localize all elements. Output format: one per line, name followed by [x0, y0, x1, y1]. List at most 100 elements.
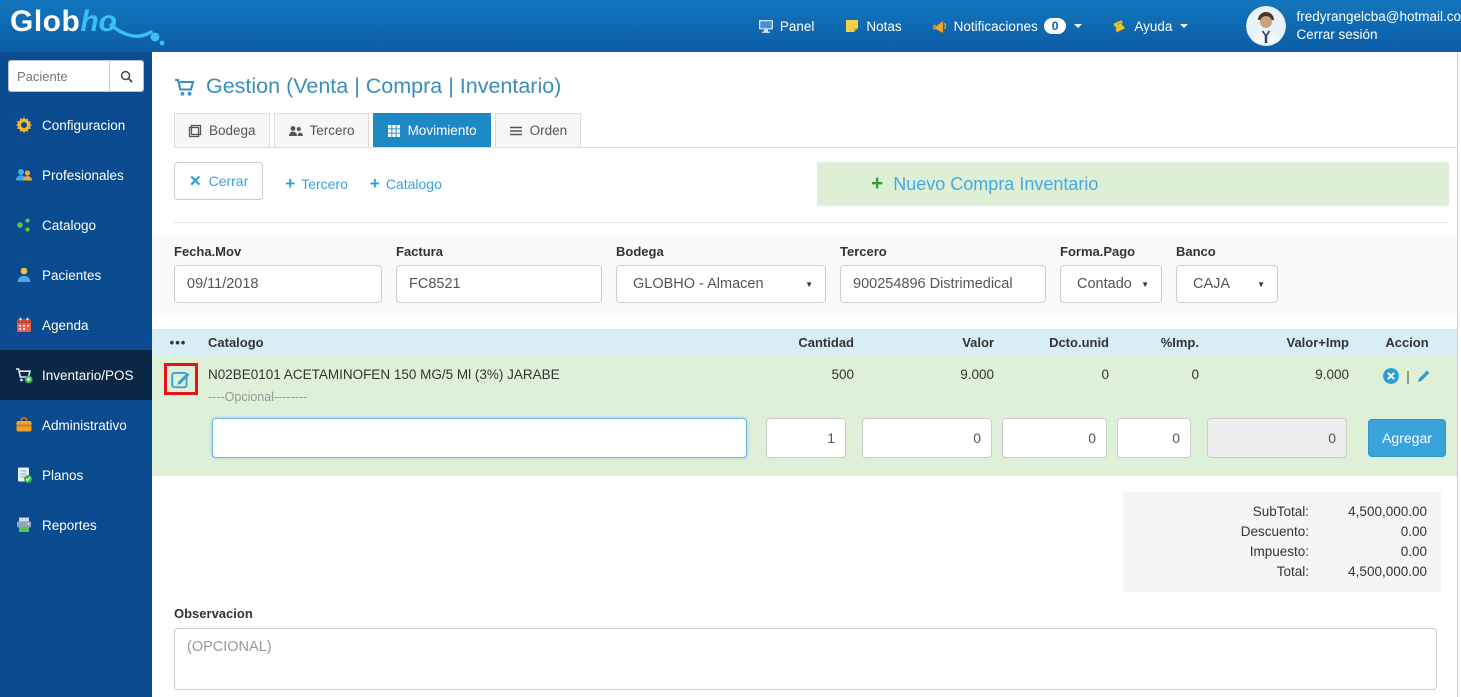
banner-label: Nuevo Compra Inventario	[893, 173, 1099, 194]
new-catalogo-input[interactable]	[212, 418, 747, 458]
sidebar-item-profesionales[interactable]: Profesionales	[0, 150, 152, 200]
sidebar-item-label: Configuracion	[42, 117, 126, 133]
fecha-mov-label: Fecha.Mov	[174, 244, 242, 259]
sidebar-item-label: Profesionales	[42, 167, 124, 183]
header-imp: %Imp.	[1160, 335, 1199, 350]
cerrar-button[interactable]: ✕ Cerrar	[174, 162, 264, 200]
row-cantidad: 500	[831, 367, 854, 382]
add-tercero-button[interactable]: + Tercero	[285, 162, 348, 206]
edit-row-highlight	[164, 363, 198, 395]
banco-select[interactable]: CAJA ▼	[1176, 265, 1278, 303]
warehouse-icon	[188, 124, 202, 137]
observacion-textarea[interactable]	[174, 628, 1437, 690]
factura-label: Factura	[396, 244, 443, 259]
sidebar-item-agenda[interactable]: Agenda	[0, 300, 152, 350]
chevron-down-icon	[1180, 24, 1189, 28]
logout-link[interactable]: Cerrar sesión	[1296, 26, 1461, 44]
sidebar-item-label: Reportes	[42, 517, 97, 533]
tercero-input[interactable]	[840, 265, 1046, 303]
patient-search-input[interactable]	[9, 61, 109, 91]
sidebar-item-planos[interactable]: Planos	[0, 450, 152, 500]
sidebar-item-label: Administrativo	[42, 417, 127, 433]
row-valor: 9.000	[960, 367, 994, 382]
movement-form: Fecha.Mov Factura Bodega GLOBHO - Almace…	[152, 235, 1457, 315]
header-cantidad: Cantidad	[798, 335, 854, 350]
navbar-menu: Panel Notas Notificaciones 0 Ayuda fredy…	[758, 6, 1461, 46]
sidebar-item-pacientes[interactable]: Pacientes	[0, 250, 152, 300]
forma-pago-select[interactable]: Contado ▼	[1060, 265, 1162, 303]
new-dcto-input[interactable]	[1002, 418, 1107, 458]
tab-label: Bodega	[209, 123, 256, 138]
add-catalogo-button[interactable]: + Catalogo	[370, 162, 442, 206]
nav-panel[interactable]: Panel	[758, 18, 814, 34]
tab-bodega[interactable]: Bodega	[174, 113, 270, 147]
sidebar-item-reportes[interactable]: Reportes	[0, 500, 152, 550]
nav-notificaciones[interactable]: Notificaciones 0	[932, 18, 1083, 34]
fecha-mov-input[interactable]	[174, 265, 382, 303]
tab-label: Movimiento	[407, 123, 477, 138]
notifications-icon	[932, 21, 946, 33]
nav-notas-label: Notas	[866, 18, 902, 34]
users-icon	[288, 125, 303, 136]
sidebar-item-administrativo[interactable]: Administrativo	[0, 400, 152, 450]
nav-ayuda-label: Ayuda	[1134, 18, 1173, 34]
nav-notificaciones-label: Notificaciones	[953, 18, 1038, 34]
sidebar-item-inventario-pos[interactable]: Inventario/POS	[0, 350, 152, 400]
more-options-icon[interactable]: •••	[170, 335, 187, 350]
app-logo[interactable]: Glob ho	[10, 5, 240, 47]
select-arrow-icon: ▼	[1257, 279, 1265, 289]
totals-summary: SubTotal: 4,500,000.00 Descuento: 0.00 Imp…	[1123, 492, 1441, 592]
sidebar-item-label: Planos	[42, 467, 84, 483]
bodega-value: GLOBHO - Almacen	[633, 276, 764, 292]
sidebar-item-label: Pacientes	[42, 267, 102, 283]
edit-row-icon[interactable]	[1416, 368, 1432, 384]
new-valor-imp-input[interactable]	[1207, 418, 1347, 458]
tercero-label: Tercero	[301, 176, 348, 192]
row-opcional-text: ----Opcional--------	[208, 390, 308, 404]
subtotal-label: SubTotal:	[1252, 504, 1309, 519]
forma-pago-label: Forma.Pago	[1060, 244, 1136, 259]
nuevo-compra-inventario-banner[interactable]: + Nuevo Compra Inventario	[817, 162, 1449, 206]
note-icon	[846, 20, 859, 32]
banco-value: CAJA	[1193, 276, 1231, 292]
edit-icon[interactable]	[170, 368, 192, 390]
avatar-photo-icon	[1246, 6, 1287, 46]
user-block: fredyrangelcba@hotmail.co Cerrar sesión	[1246, 6, 1461, 46]
notifications-badge: 0	[1043, 18, 1067, 34]
printer-icon	[17, 517, 31, 532]
tab-label: Orden	[529, 123, 568, 138]
new-cantidad-input[interactable]	[766, 418, 846, 458]
sidebar-item-label: Catalogo	[42, 217, 97, 233]
user-avatar[interactable]	[1246, 6, 1287, 46]
factura-input[interactable]	[396, 265, 602, 303]
new-valor-input[interactable]	[862, 418, 992, 458]
grid-icon	[387, 124, 400, 137]
sidebar-item-label: Agenda	[42, 317, 89, 333]
nav-notas[interactable]: Notas	[844, 18, 902, 34]
sidebar-item-catalogo[interactable]: Catalogo	[0, 200, 152, 250]
tab-orden[interactable]: Orden	[494, 113, 582, 147]
logo-swoosh-icon	[109, 23, 165, 46]
total-label: Total:	[1276, 564, 1309, 579]
search-button[interactable]	[109, 61, 143, 91]
impuesto-value: 0.00	[1400, 544, 1427, 559]
cart-plus-icon	[16, 368, 33, 384]
header-valor: Valor	[962, 335, 994, 350]
descuento-label: Descuento:	[1240, 524, 1309, 539]
sidebar-item-configuracion[interactable]: Configuracion	[0, 100, 152, 150]
tab-movimiento[interactable]: Movimiento	[372, 113, 491, 147]
plus-icon: +	[285, 174, 296, 193]
header-valor-imp: Valor+Imp	[1286, 335, 1350, 350]
page-title: Gestion (Venta | Compra | Inventario)	[174, 74, 1457, 99]
bodega-select[interactable]: GLOBHO - Almacen ▼	[616, 265, 826, 303]
observacion-label: Observacion	[174, 606, 253, 621]
agregar-button[interactable]: Agregar	[1368, 419, 1446, 457]
remove-row-icon[interactable]	[1382, 367, 1400, 385]
tab-tercero[interactable]: Tercero	[273, 113, 369, 147]
banco-label: Banco	[1176, 244, 1216, 259]
new-imp-input[interactable]	[1117, 418, 1191, 458]
impuesto-label: Impuesto:	[1249, 544, 1309, 559]
divider	[174, 222, 1449, 223]
nav-ayuda[interactable]: Ayuda	[1112, 18, 1189, 34]
select-arrow-icon: ▼	[805, 279, 813, 289]
